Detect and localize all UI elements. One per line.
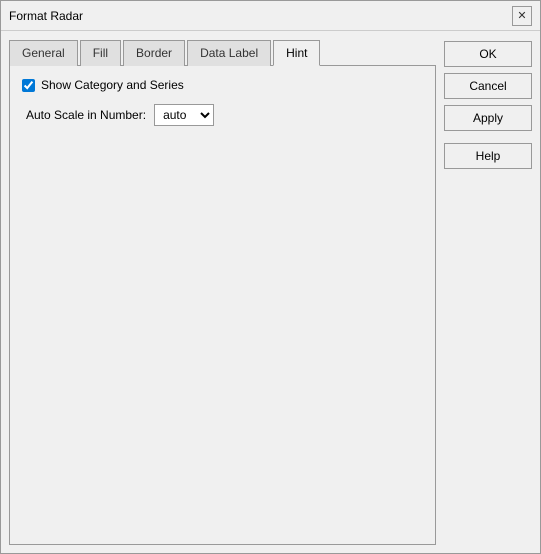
cancel-button[interactable]: Cancel [444,73,532,99]
tab-fill[interactable]: Fill [80,40,121,66]
auto-scale-select[interactable]: auto none 1K 1M [154,104,214,126]
close-button[interactable]: ✕ [512,6,532,26]
tab-border[interactable]: Border [123,40,185,66]
auto-scale-row: Auto Scale in Number: auto none 1K 1M [26,104,423,126]
show-category-series-label: Show Category and Series [41,78,184,92]
title-bar: Format Radar ✕ [1,1,540,31]
tab-hint[interactable]: Hint [273,40,320,66]
tab-bar: General Fill Border Data Label Hint [9,39,436,66]
tab-general[interactable]: General [9,40,78,66]
hint-tab-content: Show Category and Series Auto Scale in N… [9,66,436,545]
dialog-title: Format Radar [9,9,83,23]
show-category-series-checkbox[interactable] [22,79,35,92]
dialog-body: General Fill Border Data Label Hint Show… [1,31,540,553]
auto-scale-label: Auto Scale in Number: [26,108,146,122]
help-button[interactable]: Help [444,143,532,169]
format-radar-dialog: Format Radar ✕ General Fill Border Data … [0,0,541,554]
ok-button[interactable]: OK [444,41,532,67]
tab-data-label[interactable]: Data Label [187,40,271,66]
left-panel: General Fill Border Data Label Hint Show… [9,39,436,545]
show-category-series-row: Show Category and Series [22,78,423,92]
right-panel: OK Cancel Apply Help [444,39,532,545]
apply-button[interactable]: Apply [444,105,532,131]
